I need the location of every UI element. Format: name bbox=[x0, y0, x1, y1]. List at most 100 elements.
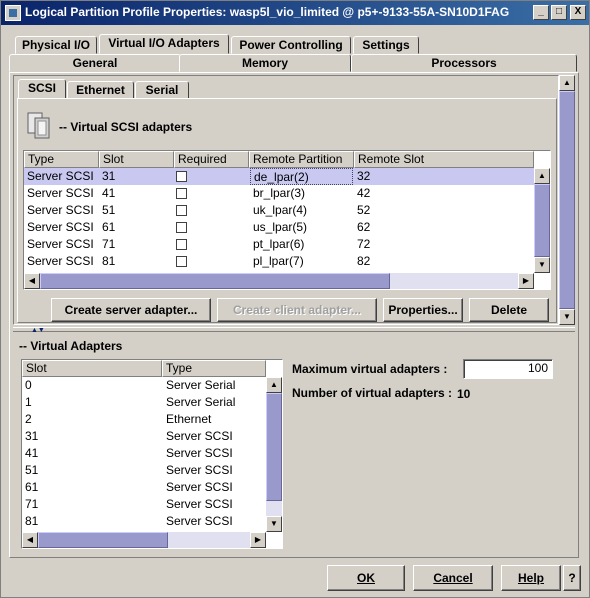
ok-button[interactable]: OK bbox=[327, 565, 405, 591]
scroll-down-icon[interactable]: ▼ bbox=[534, 257, 550, 273]
table-row[interactable]: Server SCSI 31 de_lpar(2) 32 bbox=[24, 168, 534, 185]
upper-pane-vscrollbar[interactable]: ▲ ▼ bbox=[559, 75, 575, 325]
required-checkbox[interactable] bbox=[176, 239, 187, 250]
list-item[interactable]: 61 Server SCSI bbox=[22, 479, 266, 496]
required-checkbox[interactable] bbox=[176, 188, 187, 199]
dialog-window: Logical Partition Profile Properties: wa… bbox=[0, 0, 590, 598]
list-item[interactable]: 31 Server SCSI bbox=[22, 428, 266, 445]
tab-virtual-io-adapters[interactable]: Virtual I/O Adapters bbox=[99, 34, 229, 54]
subtab-scsi[interactable]: SCSI bbox=[18, 79, 66, 99]
va-table-vscrollbar[interactable]: ▲ ▼ bbox=[266, 377, 282, 532]
context-help-button[interactable]: ? bbox=[563, 565, 581, 591]
split-divider[interactable] bbox=[13, 327, 575, 332]
scsi-adapters-table[interactable]: Type Slot Required Remote Partition Remo… bbox=[23, 150, 551, 290]
scroll-thumb[interactable] bbox=[559, 91, 575, 309]
column-header-slot[interactable]: Slot bbox=[22, 360, 162, 377]
scroll-up-icon[interactable]: ▲ bbox=[534, 168, 550, 184]
column-header-type[interactable]: Type bbox=[24, 151, 99, 168]
virtual-adapters-table[interactable]: Slot Type 0 Server Serial 1 Server Seria… bbox=[21, 359, 283, 549]
va-table-hscrollbar[interactable]: ◀ ▶ bbox=[22, 532, 266, 548]
table-row[interactable]: Server SCSI 51 uk_lpar(4) 52 bbox=[24, 202, 534, 219]
minimize-button[interactable]: _ bbox=[533, 5, 549, 20]
cell-type: Server Serial bbox=[166, 378, 236, 392]
required-checkbox[interactable] bbox=[176, 171, 187, 182]
scroll-thumb[interactable] bbox=[266, 393, 282, 501]
cell-slot: 71 bbox=[102, 237, 116, 251]
required-checkbox[interactable] bbox=[176, 205, 187, 216]
cell-remote-slot: 72 bbox=[357, 237, 371, 251]
table-row[interactable]: Server SCSI 61 us_lpar(5) 62 bbox=[24, 219, 534, 236]
cell-type: Server SCSI bbox=[166, 514, 233, 528]
scroll-left-icon[interactable]: ◀ bbox=[22, 532, 38, 548]
list-item[interactable]: 0 Server Serial bbox=[22, 377, 266, 394]
max-virtual-adapters-label: Maximum virtual adapters : bbox=[292, 362, 448, 376]
table-row[interactable]: Server SCSI 81 pl_lpar(7) 82 bbox=[24, 253, 534, 270]
create-server-adapter-button[interactable]: Create server adapter... bbox=[51, 298, 211, 322]
window-title: Logical Partition Profile Properties: wa… bbox=[25, 5, 510, 19]
close-button[interactable]: X bbox=[570, 5, 586, 20]
scsi-adapter-icon bbox=[27, 112, 50, 139]
scsi-table-hscrollbar[interactable]: ◀ ▶ bbox=[24, 273, 534, 289]
splitter-arrows-icon[interactable]: ▲▼ bbox=[31, 327, 45, 334]
scroll-thumb[interactable] bbox=[38, 532, 168, 548]
cell-remote-slot: 52 bbox=[357, 203, 371, 217]
cell-type: Server SCSI bbox=[27, 237, 94, 251]
table-row[interactable]: Server SCSI 41 br_lpar(3) 42 bbox=[24, 185, 534, 202]
required-checkbox[interactable] bbox=[176, 256, 187, 267]
list-item[interactable]: 41 Server SCSI bbox=[22, 445, 266, 462]
cell-remote-slot: 42 bbox=[357, 186, 371, 200]
scroll-down-icon[interactable]: ▼ bbox=[559, 309, 575, 325]
subtab-ethernet[interactable]: Ethernet bbox=[67, 81, 134, 99]
cancel-button[interactable]: Cancel bbox=[413, 565, 493, 591]
delete-button[interactable]: Delete bbox=[469, 298, 549, 322]
cell-slot: 31 bbox=[102, 169, 116, 183]
app-icon bbox=[5, 5, 21, 21]
scroll-right-icon[interactable]: ▶ bbox=[250, 532, 266, 548]
cell-slot: 81 bbox=[102, 254, 116, 268]
virtual-adapters-heading: -- Virtual Adapters bbox=[19, 339, 123, 353]
create-client-adapter-button[interactable]: Create client adapter... bbox=[217, 298, 377, 322]
column-header-type[interactable]: Type bbox=[162, 360, 266, 377]
cell-slot: 1 bbox=[25, 395, 32, 409]
title-bar[interactable]: Logical Partition Profile Properties: wa… bbox=[1, 1, 589, 25]
scroll-thumb[interactable] bbox=[40, 273, 390, 289]
scroll-left-icon[interactable]: ◀ bbox=[24, 273, 40, 289]
scroll-up-icon[interactable]: ▲ bbox=[559, 75, 575, 91]
help-button[interactable]: Help bbox=[501, 565, 561, 591]
scroll-down-icon[interactable]: ▼ bbox=[266, 516, 282, 532]
required-checkbox[interactable] bbox=[176, 222, 187, 233]
cell-type: Server Serial bbox=[166, 395, 236, 409]
cell-slot: 51 bbox=[102, 203, 116, 217]
maximize-button[interactable]: □ bbox=[551, 5, 567, 20]
cell-type: Server SCSI bbox=[27, 169, 94, 183]
cell-slot: 41 bbox=[25, 446, 39, 460]
tab-general[interactable]: General bbox=[9, 54, 181, 72]
list-item[interactable]: 81 Server SCSI bbox=[22, 513, 266, 530]
tab-settings[interactable]: Settings bbox=[353, 36, 419, 54]
tab-physical-io[interactable]: Physical I/O bbox=[15, 36, 97, 54]
tab-processors[interactable]: Processors bbox=[351, 54, 577, 72]
tab-power-controlling[interactable]: Power Controlling bbox=[231, 36, 351, 54]
list-item[interactable]: 71 Server SCSI bbox=[22, 496, 266, 513]
list-item[interactable]: 51 Server SCSI bbox=[22, 462, 266, 479]
cell-remote-slot: 82 bbox=[357, 254, 371, 268]
properties-button[interactable]: Properties... bbox=[383, 298, 463, 322]
column-header-slot[interactable]: Slot bbox=[99, 151, 174, 168]
tab-memory[interactable]: Memory bbox=[179, 54, 351, 72]
cell-slot: 61 bbox=[25, 480, 39, 494]
scroll-thumb[interactable] bbox=[534, 184, 550, 257]
list-item[interactable]: 2 Ethernet bbox=[22, 411, 266, 428]
cell-remote-partition: us_lpar(5) bbox=[253, 220, 308, 234]
column-header-required[interactable]: Required bbox=[174, 151, 249, 168]
cell-type: Ethernet bbox=[166, 412, 212, 426]
table-row[interactable]: Server SCSI 71 pt_lpar(6) 72 bbox=[24, 236, 534, 253]
subtab-serial[interactable]: Serial bbox=[135, 81, 189, 99]
column-header-remote-partition[interactable]: Remote Partition bbox=[249, 151, 354, 168]
list-item[interactable]: 1 Server Serial bbox=[22, 394, 266, 411]
scroll-right-icon[interactable]: ▶ bbox=[518, 273, 534, 289]
max-virtual-adapters-input[interactable]: 100 bbox=[463, 359, 553, 379]
column-header-remote-slot[interactable]: Remote Slot bbox=[354, 151, 534, 168]
cell-remote-partition: pl_lpar(7) bbox=[253, 254, 304, 268]
scroll-up-icon[interactable]: ▲ bbox=[266, 377, 282, 393]
scsi-table-vscrollbar[interactable]: ▲ ▼ bbox=[534, 168, 550, 273]
